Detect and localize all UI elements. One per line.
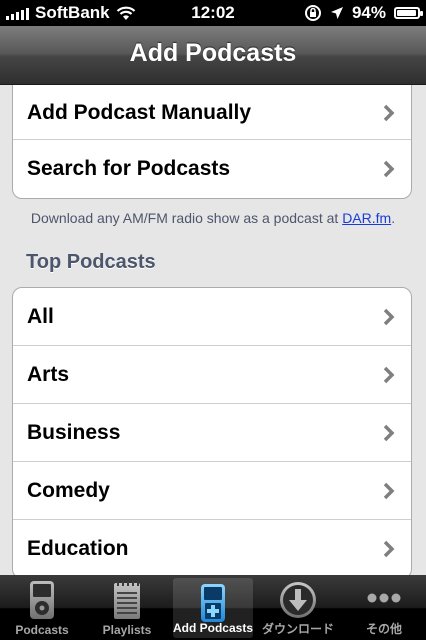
chevron-right-icon — [383, 482, 395, 499]
rotation-lock-icon — [304, 5, 321, 21]
row-label: Business — [27, 420, 121, 444]
podcast-options-list[interactable]: Add Podcast Manually Search for Podcasts… — [0, 85, 426, 575]
tab-more[interactable]: その他 — [344, 575, 424, 640]
row-label: Add Podcast Manually — [27, 100, 252, 124]
chevron-right-icon — [383, 540, 395, 558]
chevron-right-icon — [383, 424, 395, 441]
chevron-right-icon — [383, 160, 395, 178]
page-title: Add Podcasts — [129, 39, 297, 67]
tab-label: ダウンロード — [261, 622, 334, 636]
category-row-business[interactable]: Business — [13, 404, 411, 462]
row-label: All — [27, 304, 54, 328]
search-for-podcasts-row[interactable]: Search for Podcasts — [13, 140, 411, 198]
navigation-bar: Add Podcasts — [0, 26, 426, 85]
row-label: Search for Podcasts — [27, 157, 231, 180]
battery-icon — [394, 7, 423, 19]
ipod-icon — [30, 581, 54, 619]
location-arrow-icon — [330, 7, 343, 19]
status-bar: SoftBank 12:02 94% — [0, 0, 426, 26]
row-label: Arts — [27, 362, 70, 386]
notepad-icon — [114, 581, 140, 619]
tab-playlists[interactable]: Playlists — [87, 575, 167, 640]
tab-label: その他 — [365, 622, 402, 636]
category-row-arts[interactable]: Arts — [13, 346, 411, 404]
add-podcast-icon — [201, 584, 225, 622]
note-suffix: . — [391, 210, 396, 226]
category-row-all[interactable]: All — [13, 288, 411, 346]
tab-label: Playlists — [102, 623, 152, 637]
row-label: Comedy — [27, 478, 110, 502]
dar-fm-link[interactable]: DAR.fm — [342, 210, 391, 226]
chevron-right-icon — [383, 308, 395, 325]
add-options-group: Add Podcast Manually Search for Podcasts — [12, 85, 412, 199]
tab-bar: Podcasts Playlists Add Podcasts ダウンロード そ… — [0, 575, 426, 640]
download-icon — [280, 582, 316, 618]
battery-percent: 94% — [351, 3, 386, 22]
tab-podcasts[interactable]: Podcasts — [2, 575, 82, 640]
row-label: Education — [27, 537, 129, 560]
chevron-right-icon — [383, 366, 395, 383]
top-podcasts-header: Top Podcasts — [26, 251, 156, 273]
tab-add-podcasts[interactable]: Add Podcasts — [173, 578, 253, 638]
more-icon — [367, 593, 401, 603]
add-podcast-manually-row[interactable]: Add Podcast Manually — [13, 85, 411, 140]
category-row-comedy[interactable]: Comedy — [13, 462, 411, 520]
dar-fm-note: Download any AM/FM radio show as a podca… — [0, 210, 426, 226]
category-row-education[interactable]: Education — [13, 520, 411, 575]
tab-download[interactable]: ダウンロード — [258, 575, 338, 640]
chevron-right-icon — [383, 104, 395, 121]
note-text: Download any AM/FM radio show as a podca… — [30, 210, 343, 226]
categories-group: All Arts Business Comedy Education — [12, 287, 412, 575]
